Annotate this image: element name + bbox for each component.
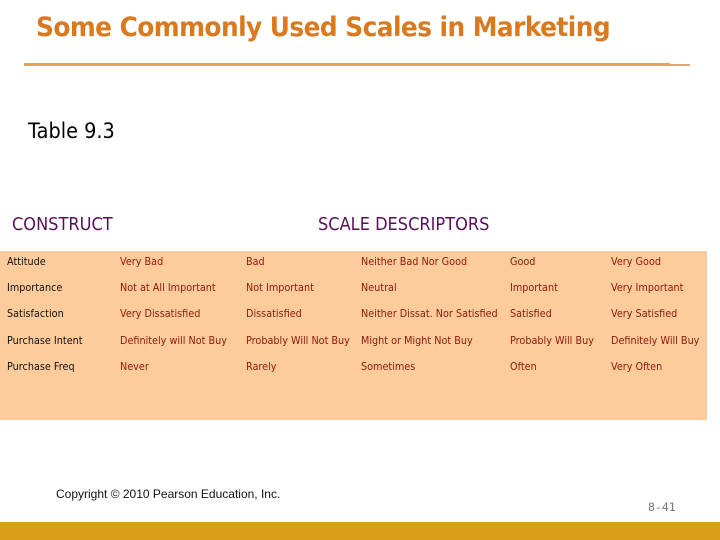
descriptor-cell: Very Dissatisfied bbox=[120, 308, 201, 320]
descriptor-cell: Neutral bbox=[361, 282, 397, 294]
table-row-attitude: Attitude Very Bad Bad Neither Bad Nor Go… bbox=[0, 251, 707, 277]
table-label: Table 9.3 bbox=[28, 119, 115, 143]
descriptor-cell: Very Often bbox=[611, 361, 663, 373]
table-row-satisfaction: Satisfaction Very Dissatisfied Dissatisf… bbox=[0, 303, 707, 329]
descriptor-cell: Very Good bbox=[611, 256, 662, 268]
table-row-importance: Importance Not at All Important Not Impo… bbox=[0, 277, 707, 303]
descriptor-cell: Very Bad bbox=[120, 256, 164, 268]
descriptor-cell: Often bbox=[510, 361, 537, 373]
title-underline-tail bbox=[670, 64, 690, 66]
table-row-purchase-freq: Purchase Freq Never Rarely Sometimes Oft… bbox=[0, 356, 707, 382]
copyright-notice: Copyright © 2010 Pearson Education, Inc. bbox=[56, 487, 281, 501]
descriptor-cell: Sometimes bbox=[361, 361, 416, 373]
descriptor-cell: Bad bbox=[246, 256, 265, 268]
slide-title: Some Commonly Used Scales in Marketing bbox=[36, 12, 611, 43]
descriptor-cell: Very Satisfied bbox=[611, 308, 678, 320]
descriptor-cell: Probably Will Not Buy bbox=[246, 335, 350, 347]
scales-table: Attitude Very Bad Bad Neither Bad Nor Go… bbox=[0, 251, 707, 420]
construct-cell: Purchase Freq bbox=[7, 361, 75, 373]
footer-bar bbox=[0, 522, 720, 540]
descriptor-cell: Important bbox=[510, 282, 558, 294]
descriptor-cell: Not at All Important bbox=[120, 282, 216, 294]
descriptor-cell: Definitely will Not Buy bbox=[120, 335, 227, 347]
descriptor-cell: Dissatisfied bbox=[246, 308, 302, 320]
title-underline bbox=[24, 63, 670, 66]
descriptor-cell: Neither Bad Nor Good bbox=[361, 256, 468, 268]
descriptor-cell: Probably Will Buy bbox=[510, 335, 594, 347]
descriptor-cell: Neither Dissat. Nor Satisfied bbox=[361, 308, 498, 320]
page-number: 8-41 bbox=[648, 500, 676, 514]
descriptor-cell: Good bbox=[510, 256, 536, 268]
construct-cell: Purchase Intent bbox=[7, 335, 83, 347]
descriptor-cell: Very Important bbox=[611, 282, 684, 294]
scale-descriptors-column-header: SCALE DESCRIPTORS bbox=[318, 214, 490, 235]
descriptor-cell: Might or Might Not Buy bbox=[361, 335, 473, 347]
construct-cell: Importance bbox=[7, 282, 63, 294]
descriptor-cell: Satisfied bbox=[510, 308, 552, 320]
descriptor-cell: Definitely Will Buy bbox=[611, 335, 700, 347]
descriptor-cell: Rarely bbox=[246, 361, 277, 373]
construct-cell: Satisfaction bbox=[7, 308, 64, 320]
descriptor-cell: Not Important bbox=[246, 282, 314, 294]
construct-column-header: CONSTRUCT bbox=[12, 214, 113, 235]
descriptor-cell: Never bbox=[120, 361, 149, 373]
construct-cell: Attitude bbox=[7, 256, 46, 268]
table-row-purchase-intent: Purchase Intent Definitely will Not Buy … bbox=[0, 330, 707, 356]
